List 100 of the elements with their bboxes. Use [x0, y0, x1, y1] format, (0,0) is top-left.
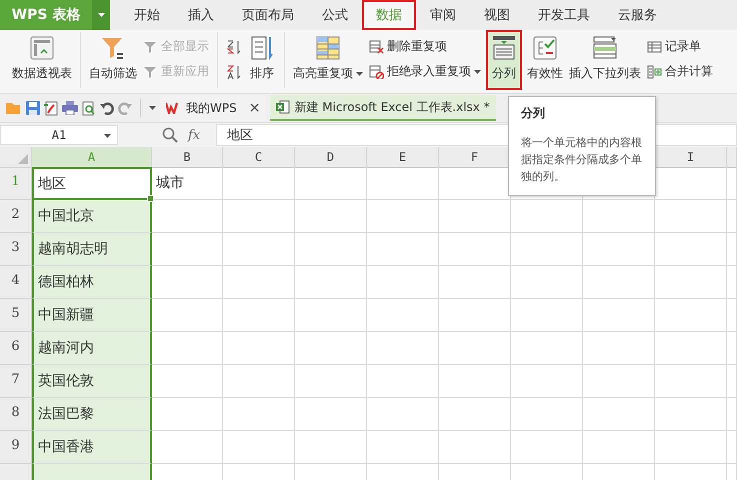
empty-cell	[439, 299, 511, 332]
empty-cell	[727, 398, 737, 431]
app-menu-button[interactable]	[92, 0, 110, 30]
empty-cell	[295, 167, 367, 200]
row-header[interactable]: 5	[0, 299, 32, 332]
print-preview-icon[interactable]	[82, 100, 96, 116]
empty-cell	[223, 200, 295, 233]
ribbon-button[interactable]: 插入下拉列表	[567, 32, 643, 88]
row-header[interactable]: 7	[0, 365, 32, 398]
row-header[interactable]: 6	[0, 332, 32, 365]
dropdown-icon	[149, 106, 156, 110]
empty-cell	[583, 266, 655, 299]
empty-cell	[655, 365, 727, 398]
empty-cell	[295, 365, 367, 398]
empty-cell	[727, 431, 737, 464]
ribbon-button[interactable]: 分列	[488, 32, 520, 88]
empty-cell	[295, 266, 367, 299]
pdf-icon[interactable]	[44, 100, 58, 116]
empty-cell	[223, 365, 295, 398]
empty-cell	[511, 398, 583, 431]
table-cell: 法国巴黎	[32, 398, 152, 431]
sort-descending-icon	[226, 64, 242, 80]
empty-cell	[655, 332, 727, 365]
save-icon[interactable]	[26, 101, 40, 115]
table-cell: 城市	[152, 167, 223, 200]
caret-icon	[356, 72, 363, 76]
row-header[interactable]: 2	[0, 200, 32, 233]
row-header[interactable]: 8	[0, 398, 32, 431]
ribbon-button[interactable]: 数据透视表	[10, 32, 74, 88]
ribbon-button[interactable]: 高亮重复项	[291, 32, 365, 88]
menu-tab[interactable]: 云服务	[604, 0, 671, 30]
tooltip-title: 分列	[521, 105, 546, 122]
column-header[interactable]: C	[223, 147, 295, 168]
row-header[interactable]: 9	[0, 431, 32, 464]
column-header[interactable]: I	[655, 147, 727, 168]
menu-tab[interactable]: 插入	[174, 0, 228, 30]
column-header[interactable]: F	[439, 147, 511, 168]
empty-cell	[439, 431, 511, 464]
empty-cell	[367, 365, 439, 398]
menu-tab[interactable]: 公式	[308, 0, 362, 30]
empty-cell	[295, 398, 367, 431]
empty-cell	[511, 332, 583, 365]
empty-cell	[367, 266, 439, 299]
name-box[interactable]: A1	[0, 125, 118, 145]
undo-icon[interactable]	[100, 101, 114, 115]
empty-cell	[295, 233, 367, 266]
table-cell: 越南河内	[32, 332, 152, 365]
print-icon[interactable]	[62, 101, 78, 115]
empty-cell	[511, 299, 583, 332]
empty-cell	[223, 398, 295, 431]
empty-cell	[295, 332, 367, 365]
empty-cell	[223, 167, 295, 200]
empty-cell	[367, 299, 439, 332]
empty-cell	[367, 200, 439, 233]
column-header[interactable]: E	[367, 147, 439, 168]
empty-cell	[367, 332, 439, 365]
empty-cell	[511, 200, 583, 233]
ribbon-small-button[interactable]: 删除重复项	[367, 36, 483, 57]
menu-tab[interactable]: 审阅	[416, 0, 470, 30]
close-icon[interactable]: ×	[240, 100, 260, 116]
function-icon[interactable]: fx	[188, 128, 200, 142]
ribbon-small-button[interactable]: 记录单	[645, 36, 715, 57]
empty-cell	[367, 233, 439, 266]
filter-icon	[143, 64, 158, 78]
menu-tab[interactable]: 视图	[470, 0, 524, 30]
ribbon-button[interactable]: 有效性	[525, 32, 565, 88]
zoom-icon[interactable]	[162, 127, 178, 143]
menu-tab[interactable]: 开始	[120, 0, 174, 30]
column-header[interactable]: D	[295, 147, 367, 168]
filter-icon	[143, 40, 158, 54]
ribbon-small-button[interactable]: 拒绝录入重复项	[367, 61, 483, 82]
ribbon-button[interactable]: 自动筛选	[87, 32, 139, 88]
menu-tab[interactable]: 页面布局	[228, 0, 308, 30]
table-cell: 中国北京	[32, 200, 152, 233]
caret-icon	[98, 13, 104, 17]
empty-cell	[439, 398, 511, 431]
grid-icon	[314, 34, 342, 62]
row-header[interactable]: 3	[0, 233, 32, 266]
row-header[interactable]: 4	[0, 266, 32, 299]
table-cell: 越南胡志明	[32, 233, 152, 266]
empty-cell	[583, 200, 655, 233]
empty-cell	[511, 365, 583, 398]
table-cell: 中国香港	[32, 431, 152, 464]
empty-cell	[295, 431, 367, 464]
empty-cell	[367, 167, 439, 200]
empty-cell	[223, 266, 295, 299]
ribbon-button[interactable]: 排序	[246, 32, 278, 88]
table-cell: 德国柏林	[32, 266, 152, 299]
menu-tab[interactable]: 开发工具	[524, 0, 604, 30]
table-delete-icon	[369, 40, 384, 54]
document-tab[interactable]: 新建 Microsoft Excel 工作表.xlsx *	[270, 95, 496, 121]
column-header[interactable]: B	[152, 147, 223, 168]
table-cell: 中国新疆	[32, 299, 152, 332]
empty-cell	[655, 266, 727, 299]
empty-cell	[295, 200, 367, 233]
spreadsheet-file-icon	[276, 100, 290, 114]
empty-cell	[439, 233, 511, 266]
fill-handle[interactable]	[147, 195, 154, 202]
empty-cell	[439, 266, 511, 299]
ribbon-small-button[interactable]: 合并计算	[645, 61, 715, 82]
